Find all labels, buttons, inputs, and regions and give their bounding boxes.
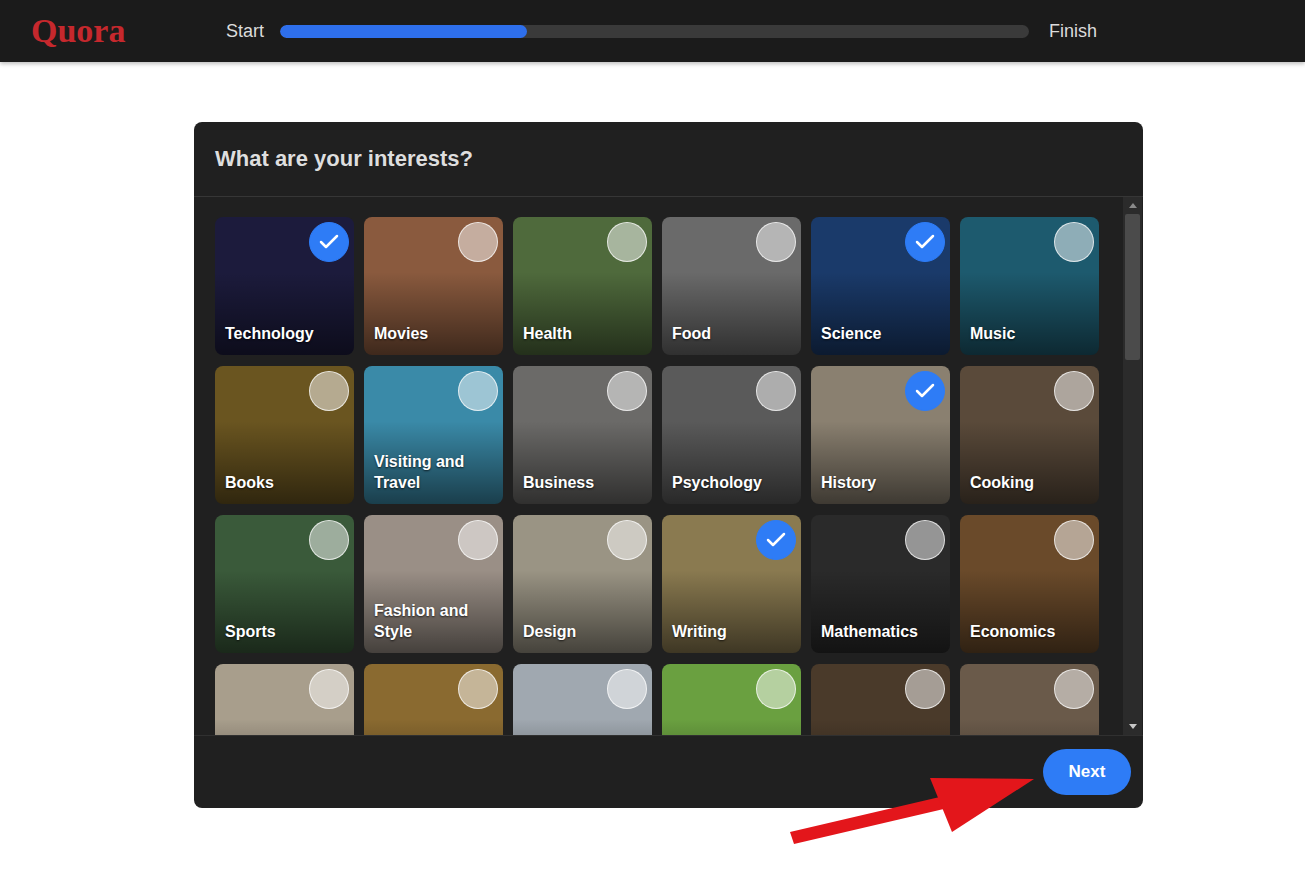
stage: What are your interests? Technology Movies… <box>0 62 1305 808</box>
interest-checkbox[interactable] <box>607 222 647 262</box>
interest-label: Design <box>523 622 576 643</box>
interest-checkbox[interactable] <box>905 222 945 262</box>
interests-card: What are your interests? Technology Movies… <box>194 122 1143 808</box>
interest-checkbox[interactable] <box>1054 371 1094 411</box>
interest-checkbox[interactable] <box>309 371 349 411</box>
interest-checkbox[interactable] <box>458 371 498 411</box>
top-bar: QuoraStart Finish <box>0 0 1305 62</box>
interest-tile[interactable]: Food <box>662 217 801 355</box>
interest-label: Technology <box>225 324 314 345</box>
card-header: What are your interests? <box>194 122 1143 197</box>
interest-checkbox[interactable] <box>1054 222 1094 262</box>
interest-label: Music <box>970 324 1015 345</box>
scrollbar[interactable] <box>1123 197 1142 735</box>
page: QuoraStart Finish What are your interests?… <box>0 0 1305 875</box>
interest-checkbox[interactable] <box>309 222 349 262</box>
interest-label: Mathematics <box>821 622 918 643</box>
scroll-thumb[interactable] <box>1125 214 1140 360</box>
interest-checkbox[interactable] <box>756 669 796 709</box>
interest-checkbox[interactable] <box>607 669 647 709</box>
interest-label: Fashion and Style <box>374 601 493 643</box>
interest-grid: Technology Movies Health Food Science Music Bo… <box>215 217 1123 735</box>
interest-checkbox[interactable] <box>1054 669 1094 709</box>
interest-label: Sports <box>225 622 276 643</box>
progress-finish-label: Finish <box>1041 21 1105 42</box>
red-arrow-icon <box>0 0 1305 875</box>
interest-label: Psychology <box>672 473 762 494</box>
arrow-up-icon <box>1129 203 1137 208</box>
check-icon <box>913 379 937 403</box>
interest-checkbox[interactable] <box>607 371 647 411</box>
interest-tile[interactable]: Economics <box>960 515 1099 653</box>
interest-checkbox[interactable] <box>756 371 796 411</box>
interest-label: Food <box>672 324 711 345</box>
scroll-up-button[interactable] <box>1123 197 1142 214</box>
interest-checkbox[interactable] <box>607 520 647 560</box>
interest-tile[interactable]: Science <box>811 217 950 355</box>
interest-label: Health <box>523 324 572 345</box>
interest-tile[interactable] <box>960 664 1099 735</box>
interest-tile[interactable]: Writing <box>662 515 801 653</box>
card-footer: Next <box>194 735 1143 808</box>
interest-tile[interactable]: History <box>811 366 950 504</box>
next-button[interactable]: Next <box>1043 749 1131 795</box>
interest-tile[interactable]: Visiting and Travel <box>364 366 503 504</box>
interest-tile[interactable] <box>215 664 354 735</box>
interest-grid-area[interactable]: Technology Movies Health Food Science Music Bo… <box>194 197 1123 735</box>
interest-label: Cooking <box>970 473 1034 494</box>
interest-tile[interactable] <box>364 664 503 735</box>
interest-tile[interactable]: Cooking <box>960 366 1099 504</box>
interest-tile[interactable]: Music <box>960 217 1099 355</box>
progress-start-label: Start <box>218 21 272 42</box>
interest-tile[interactable]: Books <box>215 366 354 504</box>
interest-checkbox[interactable] <box>756 222 796 262</box>
scroll-down-button[interactable] <box>1123 718 1142 735</box>
interest-tile[interactable]: Technology <box>215 217 354 355</box>
interest-tile[interactable]: Psychology <box>662 366 801 504</box>
interest-checkbox[interactable] <box>905 371 945 411</box>
interest-checkbox[interactable] <box>458 222 498 262</box>
interest-checkbox[interactable] <box>756 520 796 560</box>
interest-checkbox[interactable] <box>309 520 349 560</box>
interest-label: Economics <box>970 622 1055 643</box>
interest-checkbox[interactable] <box>458 520 498 560</box>
interest-tile[interactable]: Business <box>513 366 652 504</box>
interest-tile[interactable] <box>662 664 801 735</box>
interest-checkbox[interactable] <box>905 520 945 560</box>
arrow-down-icon <box>1129 724 1137 729</box>
quora-logo[interactable]: Quora <box>31 14 218 48</box>
progress-fill <box>280 25 527 38</box>
card-body: Technology Movies Health Food Science Music Bo… <box>194 197 1143 735</box>
interest-tile[interactable]: Movies <box>364 217 503 355</box>
interest-tile[interactable]: Fashion and Style <box>364 515 503 653</box>
check-icon <box>913 230 937 254</box>
interest-label: Science <box>821 324 881 345</box>
interest-label: Visiting and Travel <box>374 452 493 494</box>
interest-label: Books <box>225 473 274 494</box>
check-icon <box>317 230 341 254</box>
interest-tile[interactable]: Design <box>513 515 652 653</box>
scroll-track[interactable] <box>1123 214 1142 718</box>
interest-label: Movies <box>374 324 428 345</box>
interest-tile[interactable] <box>811 664 950 735</box>
interest-tile[interactable]: Sports <box>215 515 354 653</box>
interest-checkbox[interactable] <box>458 669 498 709</box>
check-icon <box>764 528 788 552</box>
interest-tile[interactable] <box>513 664 652 735</box>
interest-checkbox[interactable] <box>1054 520 1094 560</box>
interest-label: History <box>821 473 876 494</box>
interest-label: Business <box>523 473 594 494</box>
interest-checkbox[interactable] <box>309 669 349 709</box>
interest-checkbox[interactable] <box>905 669 945 709</box>
interest-tile[interactable]: Health <box>513 217 652 355</box>
interest-tile[interactable]: Mathematics <box>811 515 950 653</box>
progress-track <box>280 25 1029 38</box>
interest-label: Writing <box>672 622 727 643</box>
card-title: What are your interests? <box>215 146 473 172</box>
